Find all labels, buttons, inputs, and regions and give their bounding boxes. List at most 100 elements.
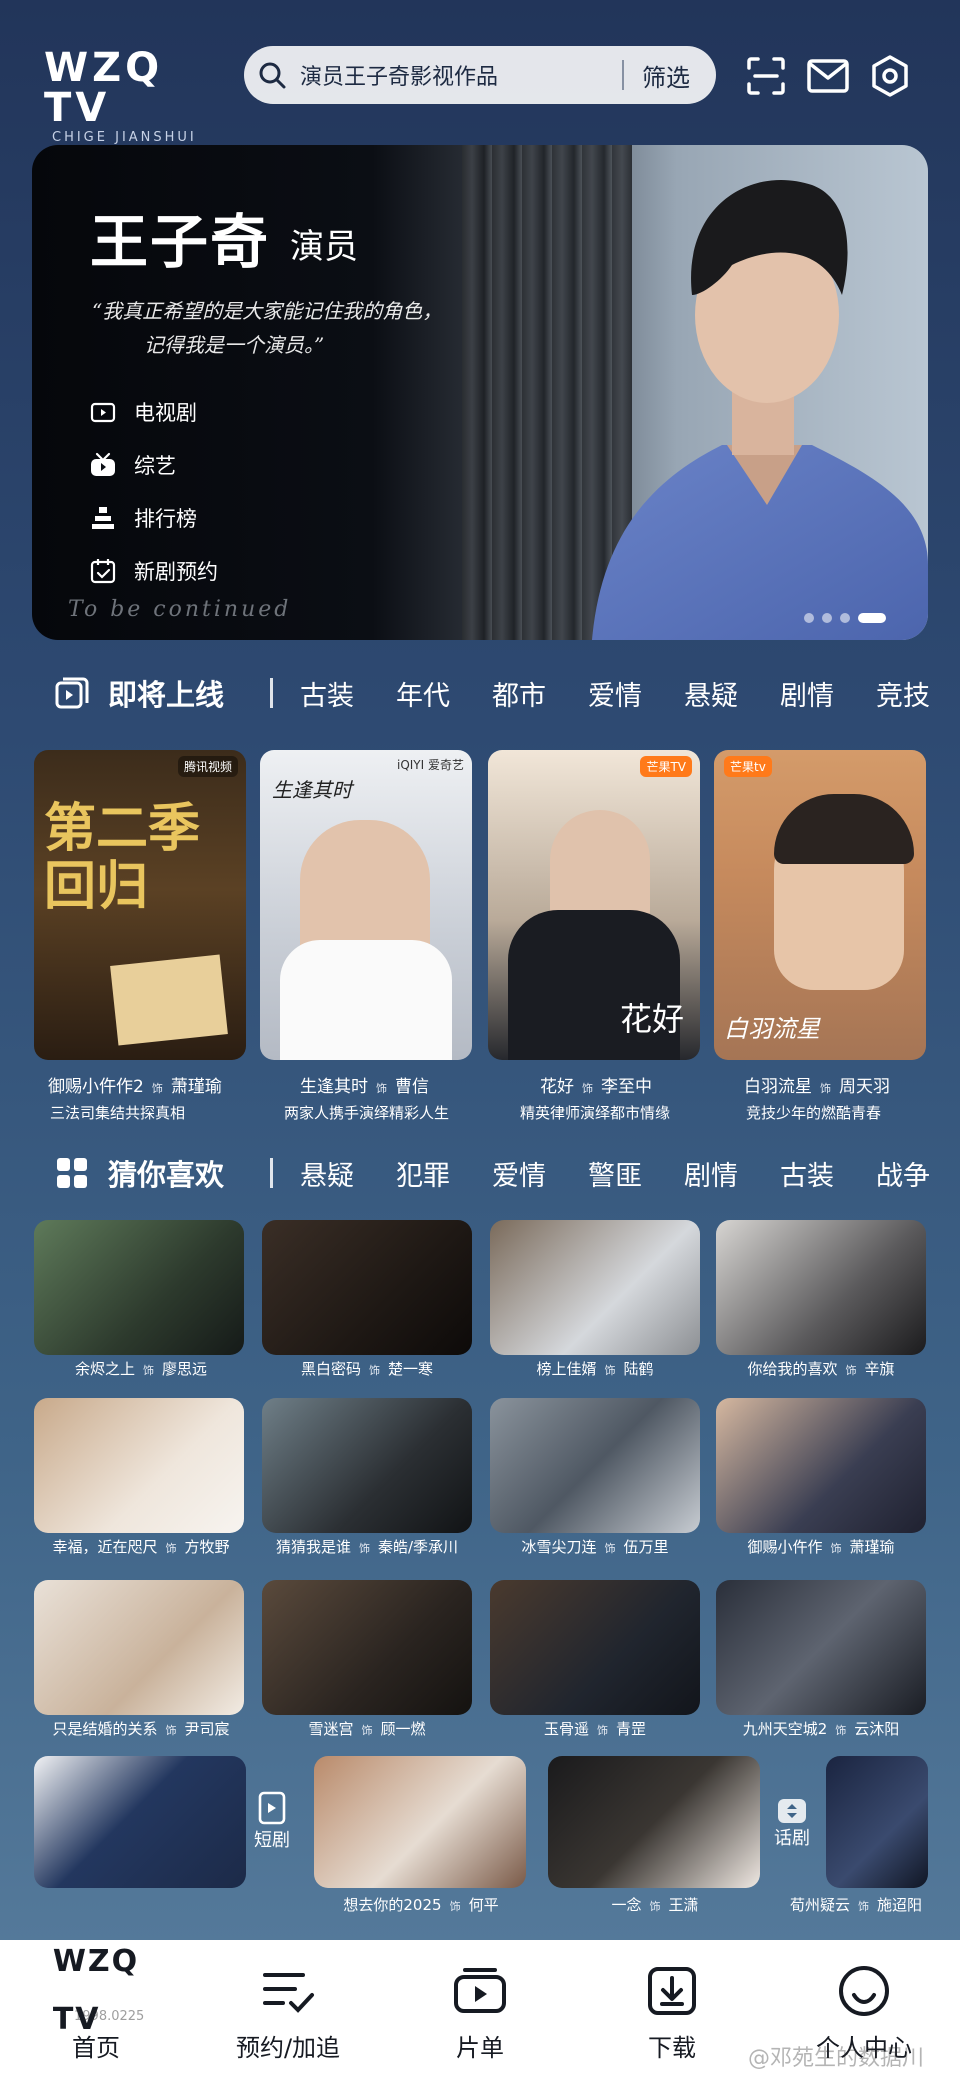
upcoming-card-poster[interactable]: 芒果tv 白羽流星 — [714, 750, 926, 1060]
upcoming-card-title[interactable]: 生逢其时饰曹信 — [300, 1072, 429, 1097]
genre-tag[interactable]: 警匪 — [588, 1154, 642, 1193]
role-separator: 饰 — [604, 1542, 616, 1555]
role-name: 曹信 — [395, 1077, 429, 1097]
genre-tag[interactable]: 古装 — [300, 674, 354, 713]
recommend-caption: 雪迷宫饰顾一燃 — [252, 1718, 482, 1739]
platform-badge: 芒果tv — [724, 756, 772, 777]
platform-badge: 芒果TV — [640, 756, 692, 777]
upcoming-card-title[interactable]: 白羽流星饰周天羽 — [744, 1072, 890, 1097]
show-title: 白羽流星 — [744, 1077, 812, 1097]
poster-figure — [280, 940, 452, 1060]
carousel-dot[interactable] — [804, 613, 814, 623]
role-separator: 饰 — [143, 1364, 154, 1377]
role-separator: 饰 — [361, 1724, 373, 1737]
mail-icon[interactable] — [804, 52, 852, 100]
logo-sub: CHIGE JIANSHUI — [52, 130, 197, 145]
app-logo[interactable]: WZQ TV CHIGE JIANSHUI — [44, 48, 224, 145]
recommend-caption: 荀州疑云饰施迢阳 — [758, 1894, 954, 1915]
search-bar[interactable]: 演员王子奇影视作品 筛选 — [244, 46, 716, 104]
recommend-card[interactable] — [490, 1398, 700, 1533]
nav-download[interactable]: 下载 — [576, 1940, 768, 2081]
recommend-card[interactable] — [826, 1756, 928, 1888]
hero-menu: 电视剧 综艺 排行榜 新剧预约 — [88, 385, 218, 597]
genre-tag[interactable]: 年代 — [396, 674, 450, 713]
recommend-card[interactable] — [490, 1220, 700, 1355]
recommend-caption: 冰雪尖刀连饰伍万里 — [480, 1536, 710, 1557]
recommend-card[interactable] — [716, 1220, 926, 1355]
hero-banner[interactable]: 王子奇 演员 “我真正希望的是大家能记住我的角色， 记得我是一个演员。” 电视剧… — [32, 145, 928, 640]
genre-tag[interactable]: 爱情 — [588, 674, 642, 713]
show-title: 一念 — [611, 1896, 642, 1914]
birth-date-stamp: 1998.0225 — [74, 2009, 145, 2024]
carousel-dot-active[interactable] — [858, 613, 886, 623]
recommend-caption: 玉骨遥饰青罡 — [480, 1718, 710, 1739]
genre-tag[interactable]: 悬疑 — [684, 674, 738, 713]
filter-button[interactable]: 筛选 — [642, 58, 690, 93]
upcoming-header: 即将上线 古装 年代 都市 爱情 悬疑 剧情 竞技 — [0, 668, 960, 718]
genre-tag[interactable]: 悬疑 — [300, 1154, 354, 1193]
upcoming-card-poster[interactable]: 生逢其时 iQIYI 爱奇艺 — [260, 750, 472, 1060]
carousel-dot[interactable] — [822, 613, 832, 623]
show-title: 御赐小仵作 — [747, 1538, 823, 1556]
poster-text: 生逢其时 — [272, 778, 352, 802]
upcoming-card-desc: 两家人携手演绎精彩人生 — [284, 1104, 450, 1122]
recommend-tags: 悬疑 犯罪 爱情 警匪 剧情 古装 战争 — [300, 1154, 930, 1193]
show-title: 幸福，近在咫尺 — [52, 1538, 158, 1556]
show-title: 想去你的2025 — [343, 1896, 442, 1914]
carousel-dot[interactable] — [840, 613, 850, 623]
show-title: 余烬之上 — [74, 1360, 135, 1378]
recommend-card[interactable] — [262, 1580, 472, 1715]
hero-name: 王子奇 — [90, 208, 271, 276]
genre-tag[interactable]: 战争 — [876, 1154, 930, 1193]
recommend-card[interactable] — [716, 1580, 926, 1715]
genre-tag[interactable]: 犯罪 — [396, 1154, 450, 1193]
poster-text: 白羽流星 — [724, 1015, 820, 1043]
upcoming-card-poster[interactable]: 芒果TV 花好 — [488, 750, 700, 1060]
nav-reserve[interactable]: 预约/加追 — [192, 1940, 384, 2081]
short-drama-card[interactable] — [34, 1756, 246, 1888]
role-separator: 饰 — [845, 1364, 857, 1377]
tv-icon — [88, 397, 118, 427]
nav-label: 首页 — [72, 2034, 120, 2062]
settings-icon[interactable] — [866, 52, 914, 100]
short-drama-button[interactable]: 短剧 — [254, 1790, 290, 1852]
role-separator: 饰 — [858, 1900, 869, 1913]
checklist-icon — [258, 1962, 318, 2020]
recommend-card[interactable] — [716, 1398, 926, 1533]
role-separator: 饰 — [835, 1724, 847, 1737]
search-icon[interactable] — [244, 46, 300, 104]
recommend-caption: 九州天空城2 饰云沐阳 — [706, 1718, 936, 1739]
genre-tag[interactable]: 古装 — [780, 1154, 834, 1193]
search-input[interactable]: 演员王子奇影视作品 — [300, 59, 622, 91]
recommend-caption: 你给我的喜欢饰辛旗 — [706, 1358, 936, 1379]
hero-menu-reserve[interactable]: 新剧预约 — [88, 544, 218, 597]
recommend-card[interactable] — [314, 1756, 526, 1888]
genre-tag[interactable]: 竞技 — [876, 674, 930, 713]
genre-tag[interactable]: 剧情 — [684, 1154, 738, 1193]
hero-menu-tv[interactable]: 电视剧 — [88, 385, 218, 438]
role-name: 周天羽 — [839, 1077, 890, 1097]
role-separator: 饰 — [165, 1542, 177, 1555]
genre-tag[interactable]: 剧情 — [780, 674, 834, 713]
hero-menu-ranking[interactable]: 排行榜 — [88, 491, 218, 544]
nav-playlist[interactable]: 片单 — [384, 1940, 576, 2081]
upcoming-card-title[interactable]: 御赐小仵作2 饰萧瑾瑜 — [48, 1072, 222, 1097]
recommend-card[interactable] — [262, 1220, 472, 1355]
carousel-indicator[interactable] — [804, 613, 886, 623]
genre-tag[interactable]: 爱情 — [492, 1154, 546, 1193]
genre-tag[interactable]: 都市 — [492, 674, 546, 713]
drama-button[interactable]: 话剧 — [774, 1798, 810, 1850]
upcoming-card-desc: 竞技少年的燃酷青春 — [746, 1104, 882, 1122]
scan-icon[interactable] — [742, 52, 790, 100]
role-separator: 饰 — [582, 1082, 593, 1095]
upcoming-card-title[interactable]: 花好饰李至中 — [540, 1072, 652, 1097]
recommend-card[interactable] — [34, 1398, 244, 1533]
recommend-card[interactable] — [548, 1756, 760, 1888]
recommend-card[interactable] — [34, 1580, 244, 1715]
recommend-card[interactable] — [262, 1398, 472, 1533]
upcoming-card-poster[interactable]: 第二季回归 腾讯视频 — [34, 750, 246, 1060]
recommend-card[interactable] — [490, 1580, 700, 1715]
recommend-card[interactable] — [34, 1220, 244, 1355]
hero-menu-variety[interactable]: 综艺 — [88, 438, 218, 491]
poster-text: 花好 — [619, 1000, 684, 1038]
